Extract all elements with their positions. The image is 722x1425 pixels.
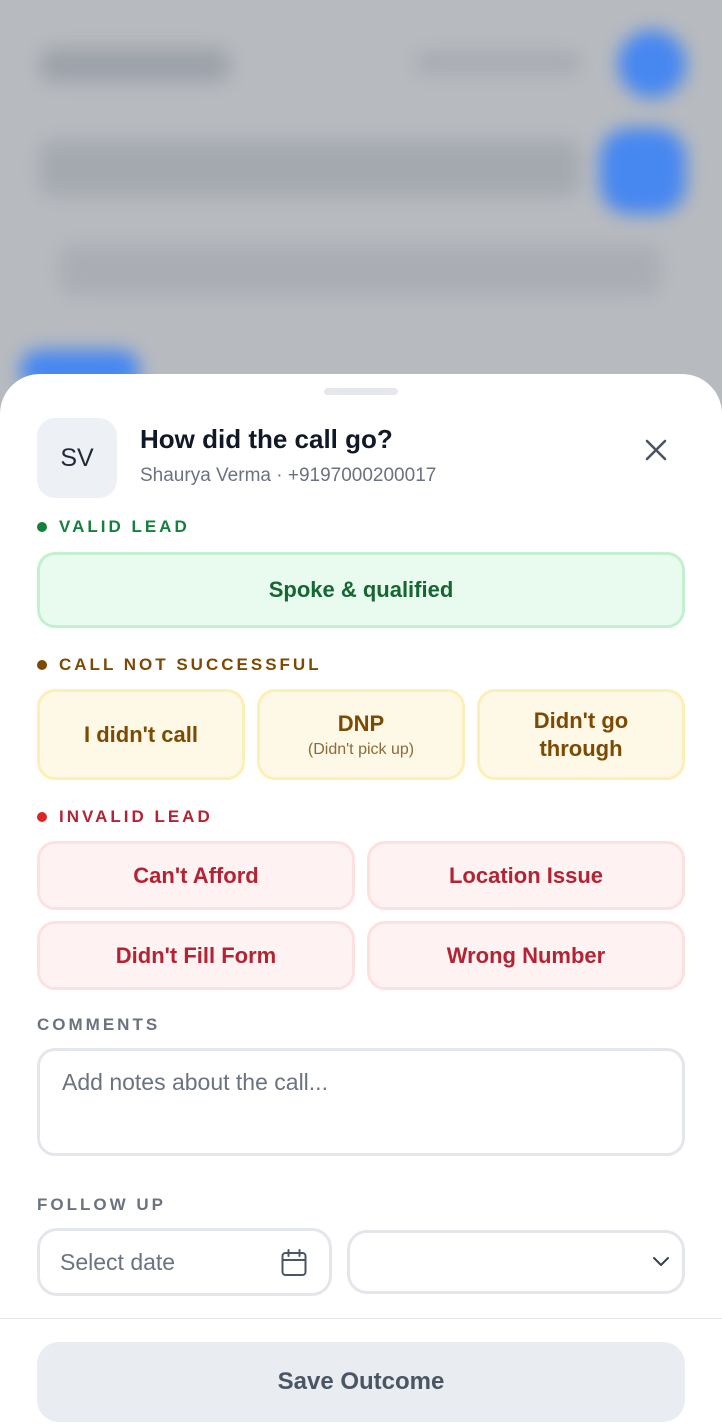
section-label-call-not-successful: CALL NOT SUCCESSFUL: [37, 655, 322, 675]
option-label: Wrong Number: [446, 942, 606, 968]
footer-divider: [0, 1318, 722, 1319]
follow-up-label: FOLLOW UP: [37, 1195, 166, 1214]
chevron-down-icon: [653, 1257, 669, 1266]
follow-up-date-input[interactable]: Select date: [37, 1228, 332, 1296]
option-label: I didn't call: [83, 721, 199, 747]
avatar: SV: [37, 418, 117, 498]
invalid-lead-dot: [37, 812, 47, 822]
contact-phone: +9197000200017: [287, 465, 437, 486]
option-label: Can't Afford: [133, 862, 259, 888]
valid-lead-label: VALID LEAD: [59, 517, 190, 536]
section-label-valid-lead: VALID LEAD: [37, 517, 190, 537]
option-location-issue[interactable]: Location Issue: [367, 841, 685, 910]
not-successful-label: CALL NOT SUCCESSFUL: [59, 655, 322, 674]
option-spoke-qualified[interactable]: Spoke & qualified: [37, 552, 685, 628]
option-label: Didn't Fill Form: [115, 942, 277, 968]
option-didnt-go-through[interactable]: Didn't go through: [477, 689, 685, 780]
option-wrong-number[interactable]: Wrong Number: [367, 921, 685, 990]
save-outcome-button[interactable]: Save Outcome: [37, 1342, 685, 1422]
option-didnt-fill-form[interactable]: Didn't Fill Form: [37, 921, 355, 990]
drag-handle[interactable]: [324, 388, 398, 395]
option-didnt-call[interactable]: I didn't call: [37, 689, 245, 780]
comments-label: COMMENTS: [37, 1015, 161, 1034]
close-button[interactable]: [636, 430, 676, 470]
comments-field[interactable]: [37, 1048, 685, 1156]
contact-separator: ·: [276, 465, 283, 486]
option-sublabel: (Didn't pick up): [307, 740, 415, 758]
call-outcome-sheet: SV How did the call go? Shaurya Verma · …: [0, 374, 722, 1425]
calendar-icon: [281, 1249, 307, 1276]
option-label: Location Issue: [448, 862, 604, 888]
option-label: Spoke & qualified: [268, 577, 454, 602]
date-placeholder: Select date: [60, 1248, 176, 1275]
option-cant-afford[interactable]: Can't Afford: [37, 841, 355, 910]
not-successful-dot: [37, 660, 47, 670]
follow-up-time-select[interactable]: [347, 1230, 685, 1294]
option-label: Didn't go through: [533, 707, 629, 761]
invalid-lead-label: INVALID LEAD: [59, 807, 213, 826]
background-app-blurred: [0, 0, 722, 420]
option-dnp[interactable]: DNP (Didn't pick up): [257, 689, 465, 780]
contact-info: Shaurya Verma · +9197000200017: [140, 465, 436, 487]
option-label: DNP: [337, 710, 385, 736]
sheet-title: How did the call go?: [140, 424, 393, 454]
contact-name: Shaurya Verma: [140, 465, 271, 486]
section-label-invalid-lead: INVALID LEAD: [37, 807, 213, 827]
close-icon: [645, 439, 667, 461]
valid-lead-dot: [37, 522, 47, 532]
